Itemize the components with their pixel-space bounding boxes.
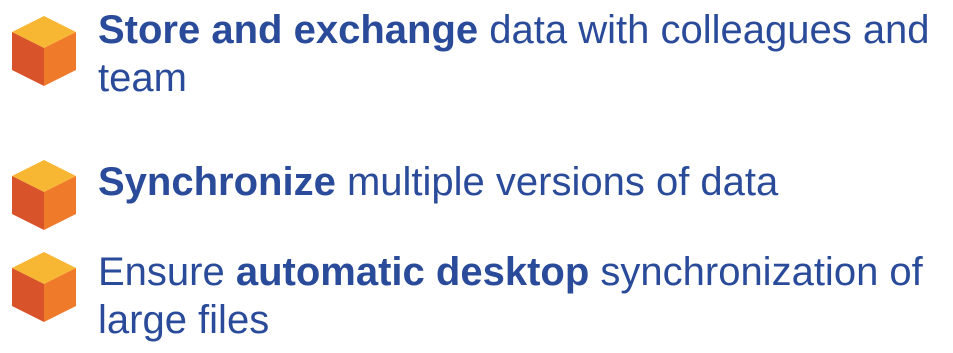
bullet-prefix-text: Ensure xyxy=(98,250,236,294)
bullet-bold-text: automatic desktop xyxy=(235,250,590,294)
bullet-bold-text: Synchronize xyxy=(98,160,336,204)
cube-icon xyxy=(12,160,76,230)
bullet-text: Store and exchange data with colleagues … xyxy=(98,6,945,102)
bullet-text: Ensure automatic desktop synchronization… xyxy=(98,248,945,344)
cube-icon xyxy=(12,16,76,86)
bullet-text: Synchronize multiple versions of data xyxy=(98,158,945,206)
cube-icon xyxy=(12,252,76,322)
bullet-bold-text: Store and exchange xyxy=(98,8,479,52)
bullet-rest-text: multiple versions of data xyxy=(335,160,779,204)
